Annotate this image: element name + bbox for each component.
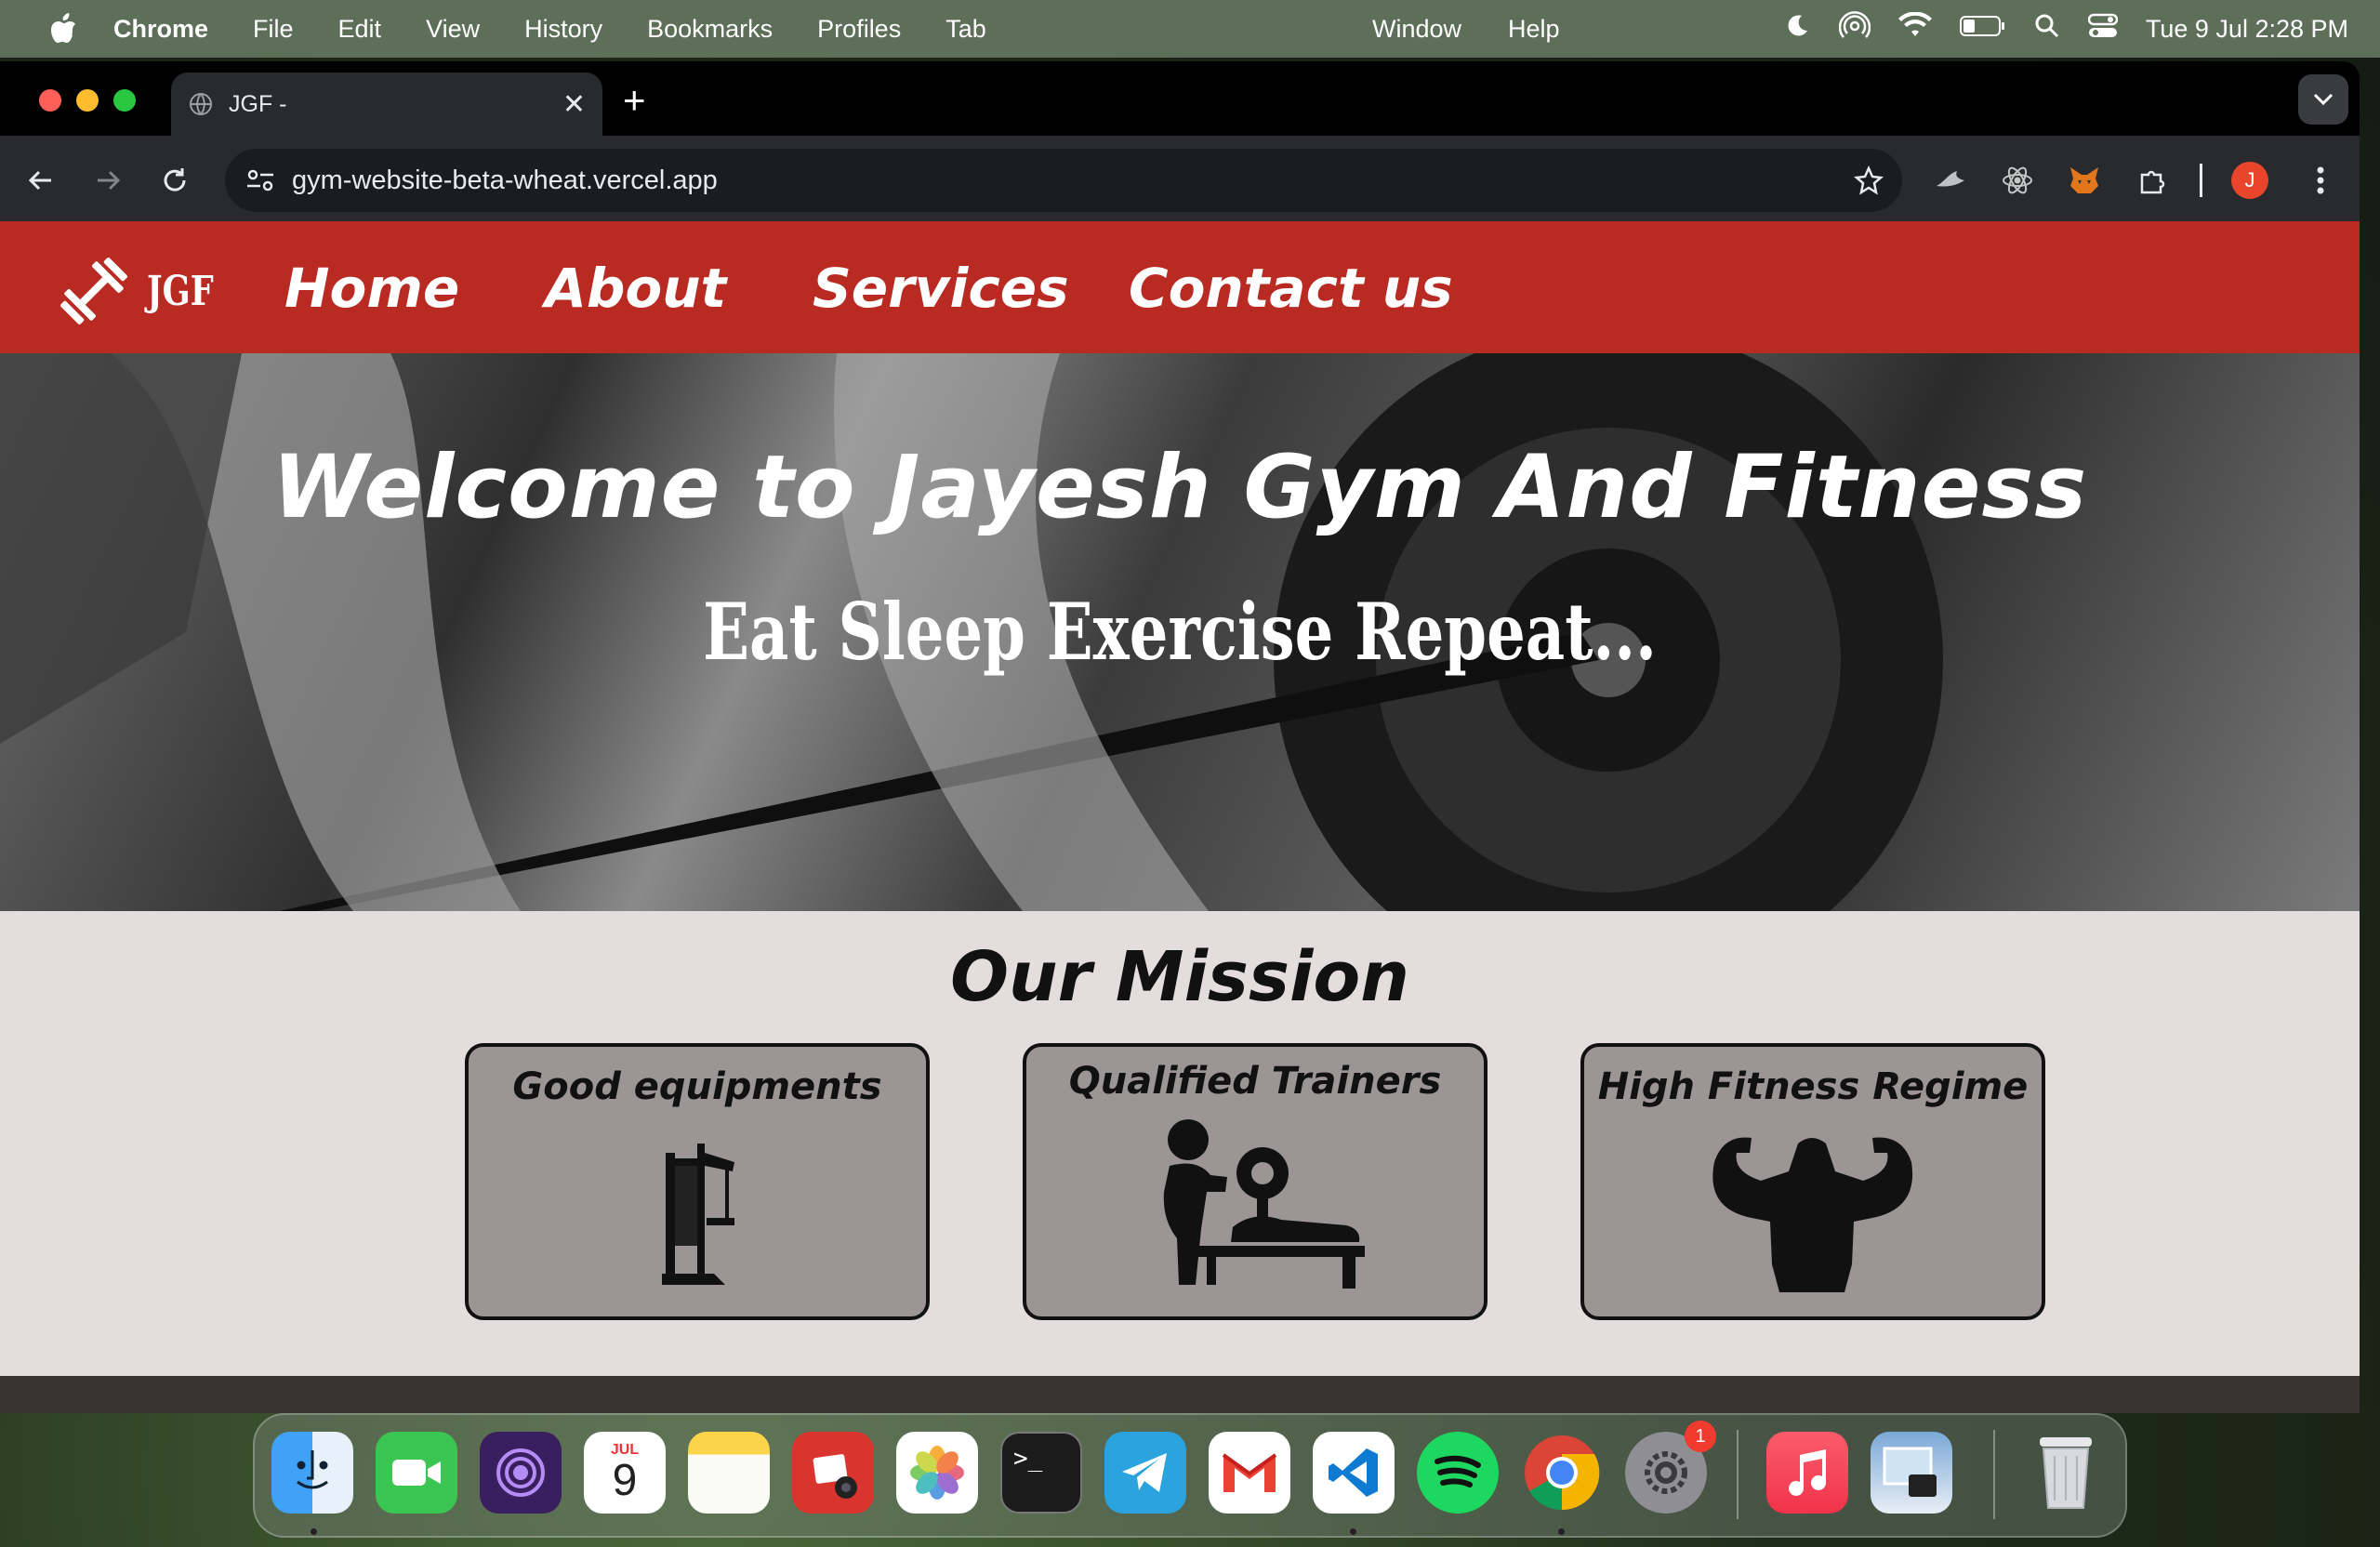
tab-title: JGF - — [229, 90, 287, 117]
globe-icon — [188, 91, 214, 117]
running-indicator — [1558, 1528, 1565, 1535]
extension-shark-icon[interactable] — [1932, 162, 1969, 199]
dock: JUL 9 >_ 1 — [253, 1413, 2127, 1538]
nav-contact-us[interactable]: Contact us — [1129, 257, 1453, 320]
profile-avatar[interactable]: J — [2231, 162, 2268, 199]
site-info-icon[interactable] — [245, 167, 275, 193]
airdrop-icon[interactable] — [1838, 10, 1871, 48]
mission-card-trainers: Qualified Trainers — [1023, 1043, 1488, 1320]
nav-about[interactable]: About — [545, 257, 726, 320]
dumbbell-logo-icon[interactable] — [52, 249, 136, 337]
tab-active[interactable]: JGF - ✕ — [171, 73, 602, 136]
reload-icon[interactable] — [156, 162, 193, 199]
hero-tagline: Eat Sleep Exercise Repeat... — [703, 586, 1657, 678]
extensions-puzzle-icon[interactable] — [2135, 162, 2172, 199]
gmail-icon[interactable] — [1209, 1432, 1290, 1514]
preview-icon[interactable] — [1871, 1432, 1952, 1514]
tor-browser-icon[interactable] — [480, 1432, 562, 1514]
menu-clock[interactable]: Tue 9 Jul 2:28 PM — [2146, 15, 2348, 44]
telegram-icon[interactable] — [1104, 1432, 1186, 1514]
logo-text[interactable]: JGF — [147, 268, 214, 315]
gym-machine-icon — [660, 1134, 744, 1297]
close-tab-icon[interactable]: ✕ — [562, 88, 586, 121]
site-navbar: JGF Home About Services Contact us — [0, 221, 2360, 353]
close-window-button[interactable] — [39, 89, 61, 112]
menu-view[interactable]: View — [426, 15, 480, 44]
card-title: High Fitness Regime — [1597, 1065, 2029, 1108]
address-bar[interactable]: gym-website-beta-wheat.vercel.app — [225, 149, 1902, 212]
app-menu[interactable]: Chrome — [113, 15, 208, 44]
photos-icon[interactable] — [896, 1432, 978, 1514]
menu-file[interactable]: File — [253, 15, 294, 44]
menu-bar: Chrome File Edit View History Bookmarks … — [0, 0, 2380, 58]
hero-title: Welcome to Jayesh Gym And Fitness — [271, 437, 2088, 538]
new-tab-button[interactable]: + — [623, 78, 646, 123]
notes-icon[interactable] — [688, 1432, 770, 1514]
bodybuilder-icon — [1696, 1125, 1928, 1297]
apple-icon[interactable] — [39, 13, 89, 45]
photo-booth-icon[interactable] — [792, 1432, 874, 1514]
vscode-icon[interactable] — [1313, 1432, 1395, 1514]
menu-tab[interactable]: Tab — [945, 15, 986, 44]
trash-icon[interactable] — [2025, 1432, 2107, 1514]
menu-help[interactable]: Help — [1508, 15, 1560, 44]
dock-divider — [1993, 1430, 1995, 1519]
trainer-bench-icon — [1142, 1117, 1374, 1299]
chrome-icon[interactable] — [1521, 1432, 1603, 1514]
system-settings-icon[interactable]: 1 — [1625, 1421, 1716, 1514]
dock-divider — [1737, 1430, 1739, 1519]
spotlight-search-icon[interactable] — [2034, 13, 2060, 46]
url-text[interactable]: gym-website-beta-wheat.vercel.app — [292, 165, 718, 196]
calendar-day: 9 — [612, 1456, 638, 1505]
running-indicator — [311, 1528, 317, 1535]
nav-services[interactable]: Services — [813, 257, 1069, 320]
spotify-icon[interactable] — [1417, 1432, 1499, 1514]
browser-toolbar: gym-website-beta-wheat.vercel.app J — [0, 136, 2360, 232]
minimize-window-button[interactable] — [76, 89, 99, 112]
browser-window: JGF - ✕ + gym-website-beta-wheat.vercel.… — [0, 61, 2360, 1413]
calendar-icon[interactable]: JUL 9 — [584, 1432, 666, 1514]
tab-search-button[interactable] — [2298, 74, 2348, 125]
control-center-icon[interactable] — [2087, 13, 2119, 46]
music-icon[interactable] — [1766, 1432, 1848, 1514]
toolbar-divider — [2200, 164, 2202, 197]
menu-edit[interactable]: Edit — [338, 15, 382, 44]
bookmark-star-icon[interactable] — [1854, 165, 1884, 195]
react-devtools-icon[interactable] — [1999, 162, 2036, 199]
card-title: Good equipments — [512, 1065, 882, 1108]
menu-history[interactable]: History — [524, 15, 602, 44]
mission-card-fitness-regime: High Fitness Regime — [1580, 1043, 2045, 1320]
running-indicator — [1350, 1528, 1356, 1535]
mission-title: Our Mission — [950, 937, 1409, 1017]
finder-icon[interactable] — [271, 1432, 353, 1514]
card-title: Qualified Trainers — [1068, 1060, 1442, 1103]
notification-badge: 1 — [1685, 1421, 1716, 1452]
terminal-icon[interactable]: >_ — [1000, 1432, 1082, 1514]
focus-moon-icon[interactable] — [1783, 12, 1811, 46]
tab-strip: JGF - ✕ + — [0, 61, 2360, 136]
page-footer-strip — [0, 1376, 2360, 1413]
wifi-icon[interactable] — [1897, 10, 1932, 46]
menu-bookmarks[interactable]: Bookmarks — [647, 15, 773, 44]
forward-icon[interactable] — [89, 162, 126, 199]
back-icon[interactable] — [22, 162, 60, 199]
hero-banner: Welcome to Jayesh Gym And Fitness Eat Sl… — [0, 353, 2360, 911]
menu-window[interactable]: Window — [1372, 15, 1461, 44]
web-page: JGF Home About Services Contact us Welco… — [0, 221, 2360, 1413]
metamask-fox-icon[interactable] — [2066, 162, 2103, 199]
chevron-down-icon — [2313, 93, 2334, 106]
more-menu-icon[interactable] — [2302, 162, 2339, 199]
mission-card-equipment: Good equipments — [465, 1043, 930, 1320]
zoom-window-button[interactable] — [113, 89, 136, 112]
facetime-icon[interactable] — [376, 1432, 457, 1514]
battery-icon[interactable] — [1959, 14, 2006, 45]
nav-home[interactable]: Home — [284, 257, 459, 320]
menu-profiles[interactable]: Profiles — [817, 15, 901, 44]
